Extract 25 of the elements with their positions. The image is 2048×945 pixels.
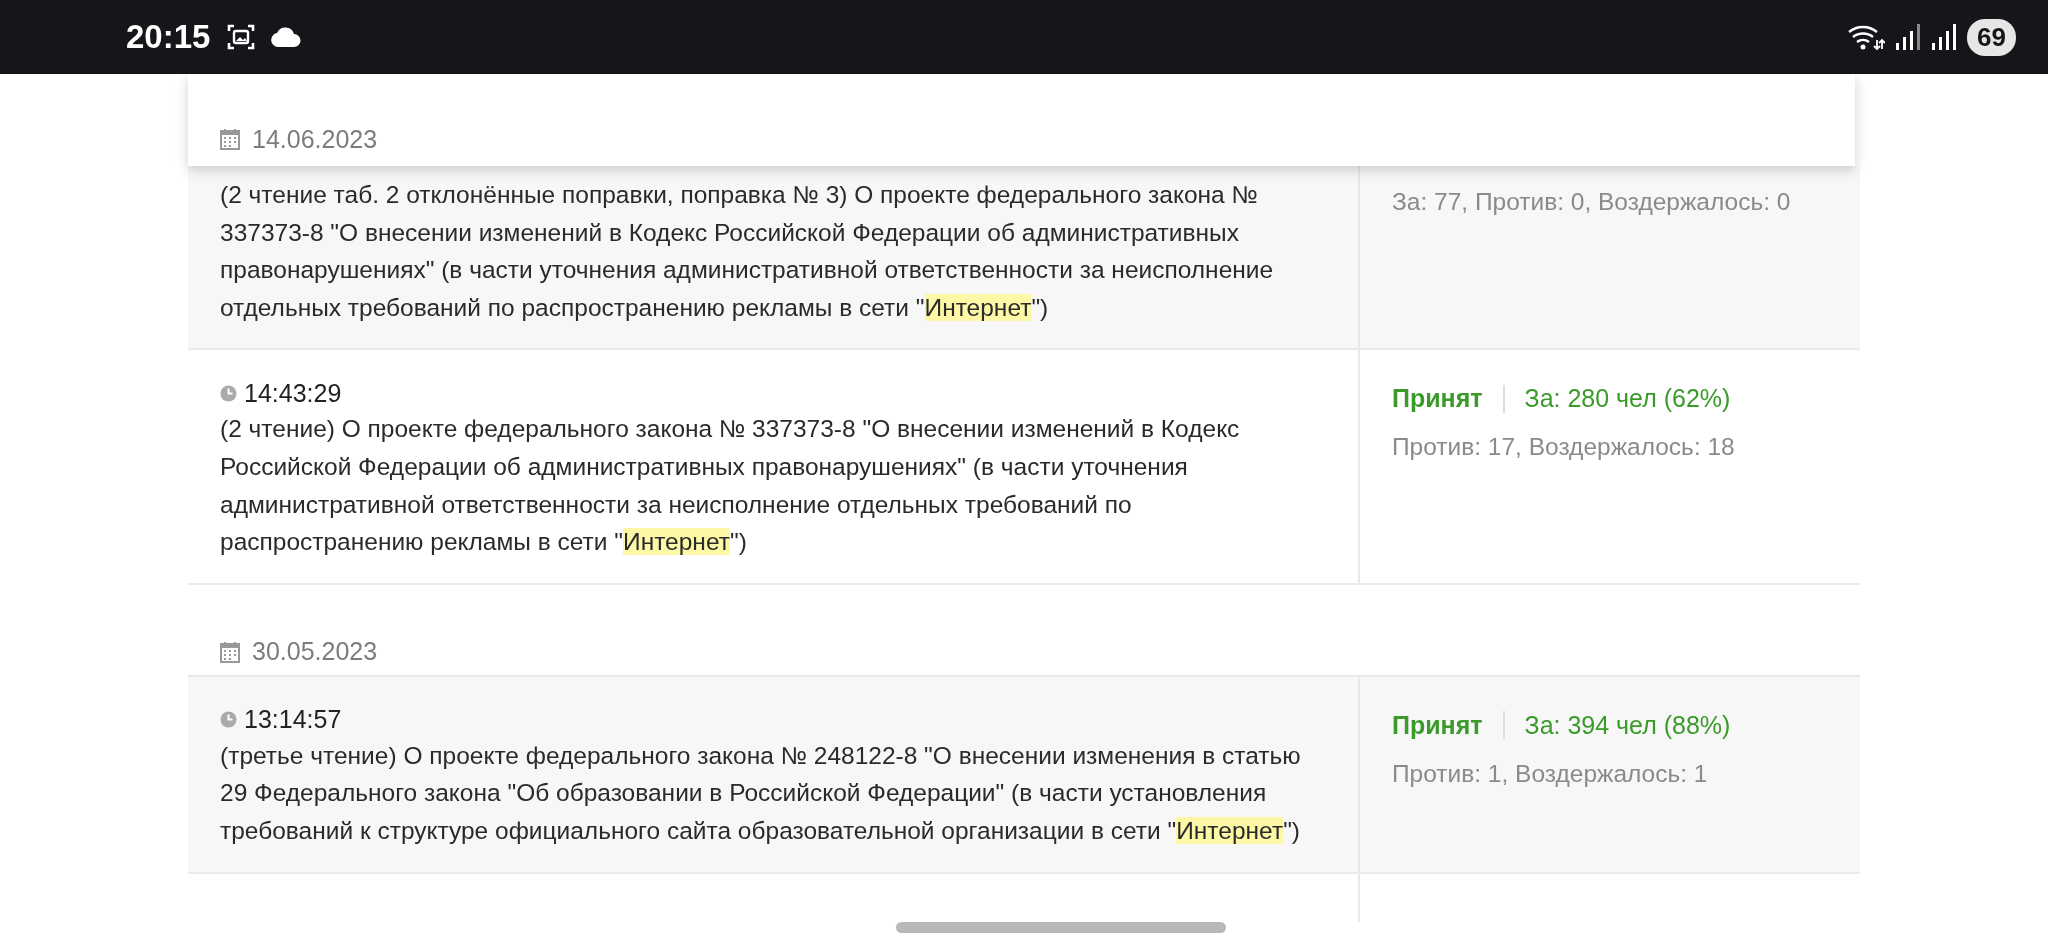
vote-summary: За: 77, Против: 0, Воздержалось: 0: [1392, 188, 1792, 216]
date-label: 30.05.2023: [252, 637, 378, 667]
bill-description: (2 чтение) О проекте федерального закона № 337373-8 "О внесении изменений в Кодекс Российской Федерации об административных правонарушениях" (в части уточнения административной ответственности за неисполнение отдельных требований по распространению рекламы в сети "Интернет"): [220, 414, 1241, 558]
signal-icon: [1931, 23, 1958, 51]
bill-description: (третье чтение) О проекте федерального закона № 248122-8 "О внесении изменения в статью 29 Федерального закона "Об образовании в Российской Федерации" (в части установления требований к структуре официального сайта образовательной организации в сети "Интернет"): [220, 740, 1302, 846]
result-status: Принят: [1392, 384, 1483, 414]
calendar-icon: [220, 128, 240, 150]
votes-for: За: 394 чел (88%): [1524, 710, 1731, 740]
scrollbar[interactable]: [896, 922, 1226, 933]
cloud-icon: [270, 26, 303, 48]
calendar-icon: [220, 640, 240, 663]
screenshot-icon: [226, 22, 257, 52]
vote-summary: Против: 1, Воздержалось: 1: [1392, 759, 1709, 788]
clock-time: 20:15: [126, 18, 211, 56]
vote-summary: Против: 17, Воздержалось: 18: [1392, 433, 1736, 462]
votes-for: За: 280 чел (62%): [1524, 384, 1731, 414]
bill-description: (2 чтение таб. 2 отклонённые поправки, поправка № 3) О проекте федерального закона № 337373-8 "О внесении изменений в Кодекс Российской Федерации об административных правонарушениях" (в части уточнения административной ответственности за неисполнение отдельных требований по распространению рекламы в сети "Интернет"): [220, 180, 1275, 323]
vote-time: 13:14:57: [244, 705, 342, 735]
battery-level: 69: [1967, 18, 2016, 56]
vote-time: 14:43:29: [244, 378, 342, 408]
clock-icon: [220, 711, 237, 729]
signal-icon: [1895, 23, 1922, 51]
clock-icon: [220, 384, 237, 402]
date-label: 14.06.2023: [252, 124, 378, 154]
result-status: Принят: [1392, 710, 1483, 740]
